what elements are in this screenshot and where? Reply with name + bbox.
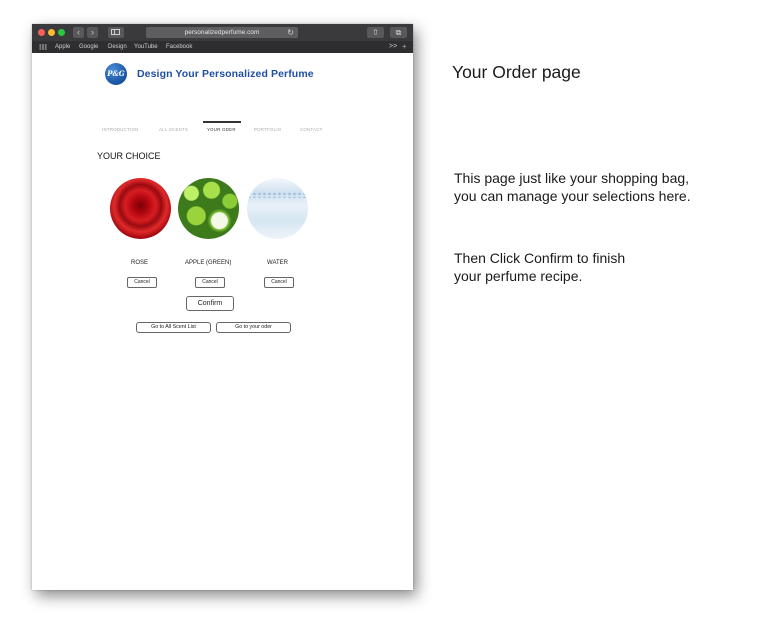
nav-contact[interactable]: CONTACT: [300, 127, 323, 132]
bookmark-facebook[interactable]: Facebook: [166, 41, 192, 53]
browser-toolbar: ‹ › personalizedperfume.com ↻ ⇧ ⧉: [32, 24, 413, 41]
annotation-description: This page just like your shopping bag, y…: [454, 170, 691, 205]
cancel-apple-button[interactable]: Cancel: [195, 277, 225, 288]
water-splash-image: [247, 178, 308, 239]
address-bar[interactable]: personalizedperfume.com ↻: [146, 27, 298, 38]
url-text: personalizedperfume.com: [184, 29, 260, 36]
scent-name-apple: APPLE (GREEN): [185, 260, 232, 266]
bookmark-google[interactable]: Google: [79, 41, 98, 53]
nav-your-order[interactable]: YOUR ODER: [207, 127, 236, 132]
grid-icon[interactable]: [39, 44, 47, 50]
active-tab-indicator: [203, 121, 241, 123]
minimize-window-button[interactable]: [48, 29, 55, 36]
page-heading: YOUR CHOICE: [97, 151, 161, 161]
sidebar-toggle-icon[interactable]: [108, 27, 124, 38]
annotation-instruction: Then Click Confirm to finish your perfum…: [454, 250, 625, 285]
plus-icon[interactable]: +: [402, 41, 407, 53]
nav-introduction[interactable]: INTRODUCTION: [102, 127, 139, 132]
brand-logo[interactable]: P&G: [105, 63, 127, 85]
green-apple-image: [178, 178, 239, 239]
browser-window: ‹ › personalizedperfume.com ↻ ⇧ ⧉ Apple …: [32, 24, 413, 590]
main-nav: INTRODUCTION ALL SCENTS YOUR ODER PORTFO…: [32, 127, 413, 139]
go-to-scent-list-button[interactable]: Go to All Scent List: [136, 322, 211, 333]
scent-name-water: WATER: [267, 260, 288, 266]
cancel-water-button[interactable]: Cancel: [264, 277, 294, 288]
share-icon[interactable]: ⇧: [367, 27, 384, 38]
tabs-icon[interactable]: ⧉: [390, 27, 407, 38]
annotation-line: Then Click Confirm to finish: [454, 250, 626, 266]
scent-name-rose: ROSE: [131, 260, 149, 266]
zoom-window-button[interactable]: [58, 29, 65, 36]
cancel-rose-button[interactable]: Cancel: [127, 277, 157, 288]
confirm-button[interactable]: Confirm: [186, 296, 234, 311]
site-title: Design Your Personalized Perfume: [137, 68, 314, 80]
reload-icon[interactable]: ↻: [287, 27, 294, 38]
bookmark-design[interactable]: Design: [108, 41, 127, 53]
bookmarks-bar: Apple Google Design YouTube Facebook >> …: [32, 41, 413, 53]
annotation-line: This page just like your shopping bag,: [454, 170, 690, 186]
nav-portfolio[interactable]: PORTFOLIO: [254, 127, 281, 132]
close-window-button[interactable]: [38, 29, 45, 36]
rose-image: [110, 178, 171, 239]
go-to-order-button[interactable]: Go to your oder: [216, 322, 291, 333]
chevron-left-icon[interactable]: ‹: [73, 27, 84, 38]
bookmark-apple[interactable]: Apple: [55, 41, 70, 53]
chevron-double-right-icon[interactable]: >>: [389, 41, 397, 53]
nav-all-scents[interactable]: ALL SCENTS: [159, 127, 188, 132]
annotation-line: your perfume recipe.: [454, 267, 583, 284]
annotation-line: you can manage your selections here.: [454, 187, 691, 204]
annotation-title: Your Order page: [452, 62, 581, 82]
web-page: P&G Design Your Personalized Perfume INT…: [32, 53, 413, 590]
chevron-right-icon[interactable]: ›: [87, 27, 98, 38]
bookmark-youtube[interactable]: YouTube: [134, 41, 158, 53]
